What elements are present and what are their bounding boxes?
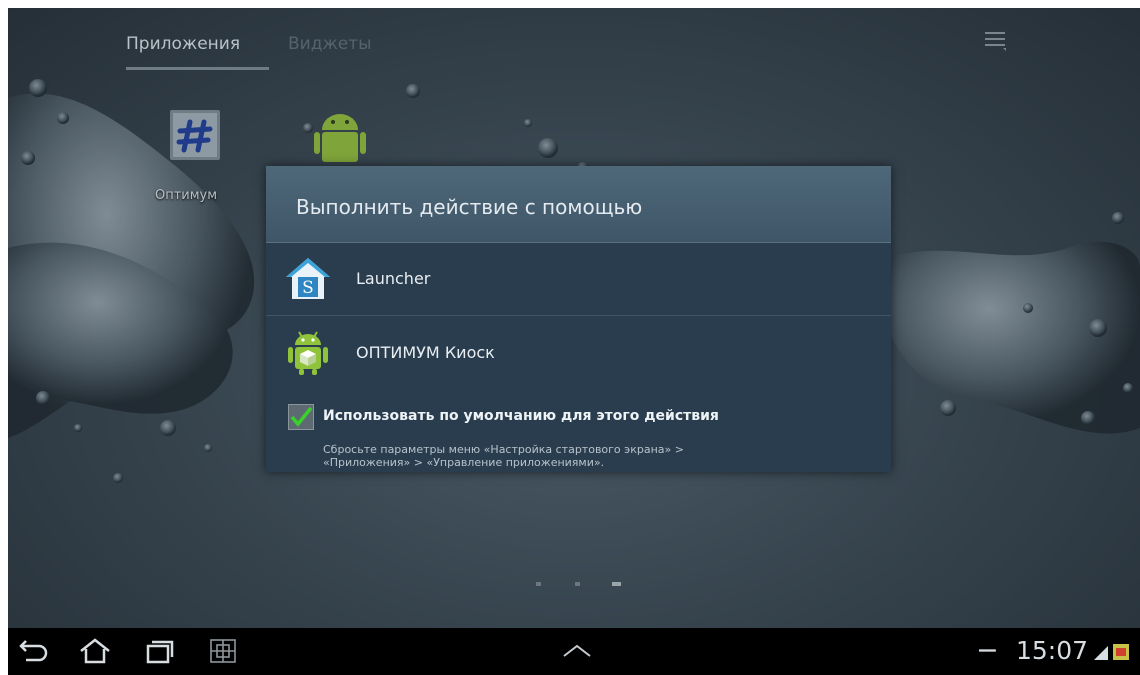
- optimum-hash-icon: [170, 110, 220, 160]
- android-kiosk-icon: [288, 331, 328, 375]
- clock: 15:07: [1016, 636, 1089, 665]
- up-arrow-icon[interactable]: [560, 638, 594, 664]
- use-default-label[interactable]: Использовать по умолчанию для этого дейс…: [323, 408, 719, 424]
- option-optimum-kiosk-label: ОПТИМУМ Киоск: [356, 343, 495, 362]
- svg-text:S: S: [302, 278, 314, 298]
- minimize-icon[interactable]: −: [976, 635, 999, 666]
- tab-apps[interactable]: Приложения: [126, 34, 240, 54]
- dialog-title: Выполнить действие с помощью: [296, 195, 643, 219]
- option-optimum-kiosk[interactable]: ОПТИМУМ Киоск: [266, 317, 891, 389]
- page-dot[interactable]: [575, 582, 580, 586]
- launcher-house-s-icon: S: [286, 258, 330, 299]
- home-icon[interactable]: [78, 638, 112, 664]
- page-dot-current[interactable]: [612, 582, 621, 586]
- default-hint-text: Сбросьте параметры меню «Настройка старт…: [323, 443, 843, 469]
- notification-icon[interactable]: [1111, 642, 1131, 662]
- menu-icon[interactable]: [983, 28, 1007, 52]
- hint-line: «Приложения» > «Управление приложениями»…: [323, 456, 605, 469]
- app-android[interactable]: [312, 106, 368, 168]
- app-optimum-label: Оптимум: [155, 188, 218, 203]
- android-robot-icon: [314, 114, 366, 162]
- hint-line: Сбросьте параметры меню «Настройка старт…: [323, 443, 684, 456]
- active-tab-indicator: [126, 67, 269, 70]
- screenshot-icon[interactable]: [206, 638, 240, 664]
- home-screen: Приложения Виджеты Оптимум Выполнить дей…: [8, 8, 1140, 675]
- use-default-checkbox[interactable]: [288, 404, 314, 430]
- page-dot[interactable]: [536, 582, 541, 586]
- option-launcher-label: Launcher: [356, 269, 431, 288]
- option-launcher[interactable]: S Launcher: [266, 243, 891, 316]
- app-optimum[interactable]: [168, 108, 222, 162]
- back-icon[interactable]: [16, 638, 50, 664]
- checkmark-icon: [290, 406, 313, 427]
- tab-widgets[interactable]: Виджеты: [288, 34, 372, 54]
- intent-chooser-dialog: Выполнить действие с помощью S Launcher: [266, 166, 891, 472]
- recent-apps-icon[interactable]: [143, 638, 177, 664]
- system-bar: − 15:07: [8, 628, 1140, 675]
- dialog-header: Выполнить действие с помощью: [266, 166, 891, 243]
- signal-icon: [1094, 646, 1108, 660]
